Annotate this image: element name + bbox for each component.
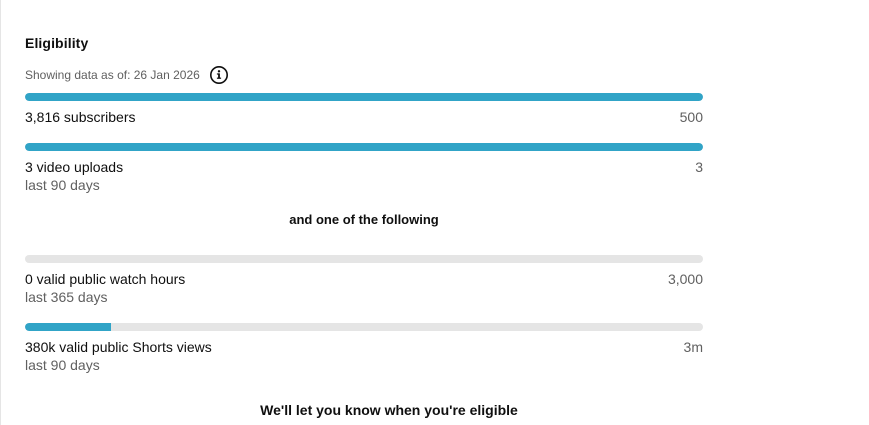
info-icon[interactable]	[209, 65, 229, 85]
eligibility-title: Eligibility	[25, 35, 89, 51]
eligibility-footer-message: We'll let you know when you're eligible	[260, 402, 518, 418]
shorts-views-progress-bar	[25, 323, 703, 331]
subscribers-target: 500	[679, 109, 703, 125]
watch-hours-progress-bar	[25, 255, 703, 263]
uploads-progress-fill	[25, 143, 703, 151]
shorts-views-requirement: 380k valid public Shorts views last 90 d…	[25, 338, 703, 374]
uploads-sublabel: last 90 days	[25, 177, 100, 193]
watch-hours-requirement: 0 valid public watch hours last 365 days…	[25, 270, 703, 306]
panel-left-border	[0, 0, 1, 425]
uploads-progress-bar	[25, 143, 703, 151]
subscribers-progress-bar	[25, 93, 703, 101]
uploads-label: 3 video uploads	[25, 159, 124, 175]
uploads-target: 3	[695, 159, 703, 175]
subscribers-label: 3,816 subscribers	[25, 109, 136, 125]
shorts-views-progress-fill	[25, 323, 111, 331]
watch-hours-label: 0 valid public watch hours	[25, 271, 186, 287]
uploads-requirement: 3 video uploads last 90 days 3	[25, 158, 703, 194]
subscribers-requirement: 3,816 subscribers 500	[25, 108, 703, 126]
shorts-views-target: 3m	[683, 339, 703, 355]
as-of-row: Showing data as of: 26 Jan 2026	[25, 66, 229, 84]
shorts-views-label: 380k valid public Shorts views	[25, 339, 212, 355]
shorts-views-sublabel: last 90 days	[25, 357, 100, 373]
watch-hours-sublabel: last 365 days	[25, 289, 108, 305]
one-of-following-text: and one of the following	[289, 212, 439, 227]
watch-hours-target: 3,000	[667, 271, 703, 287]
as-of-date: Showing data as of: 26 Jan 2026	[25, 68, 200, 82]
subscribers-progress-fill	[25, 93, 703, 101]
